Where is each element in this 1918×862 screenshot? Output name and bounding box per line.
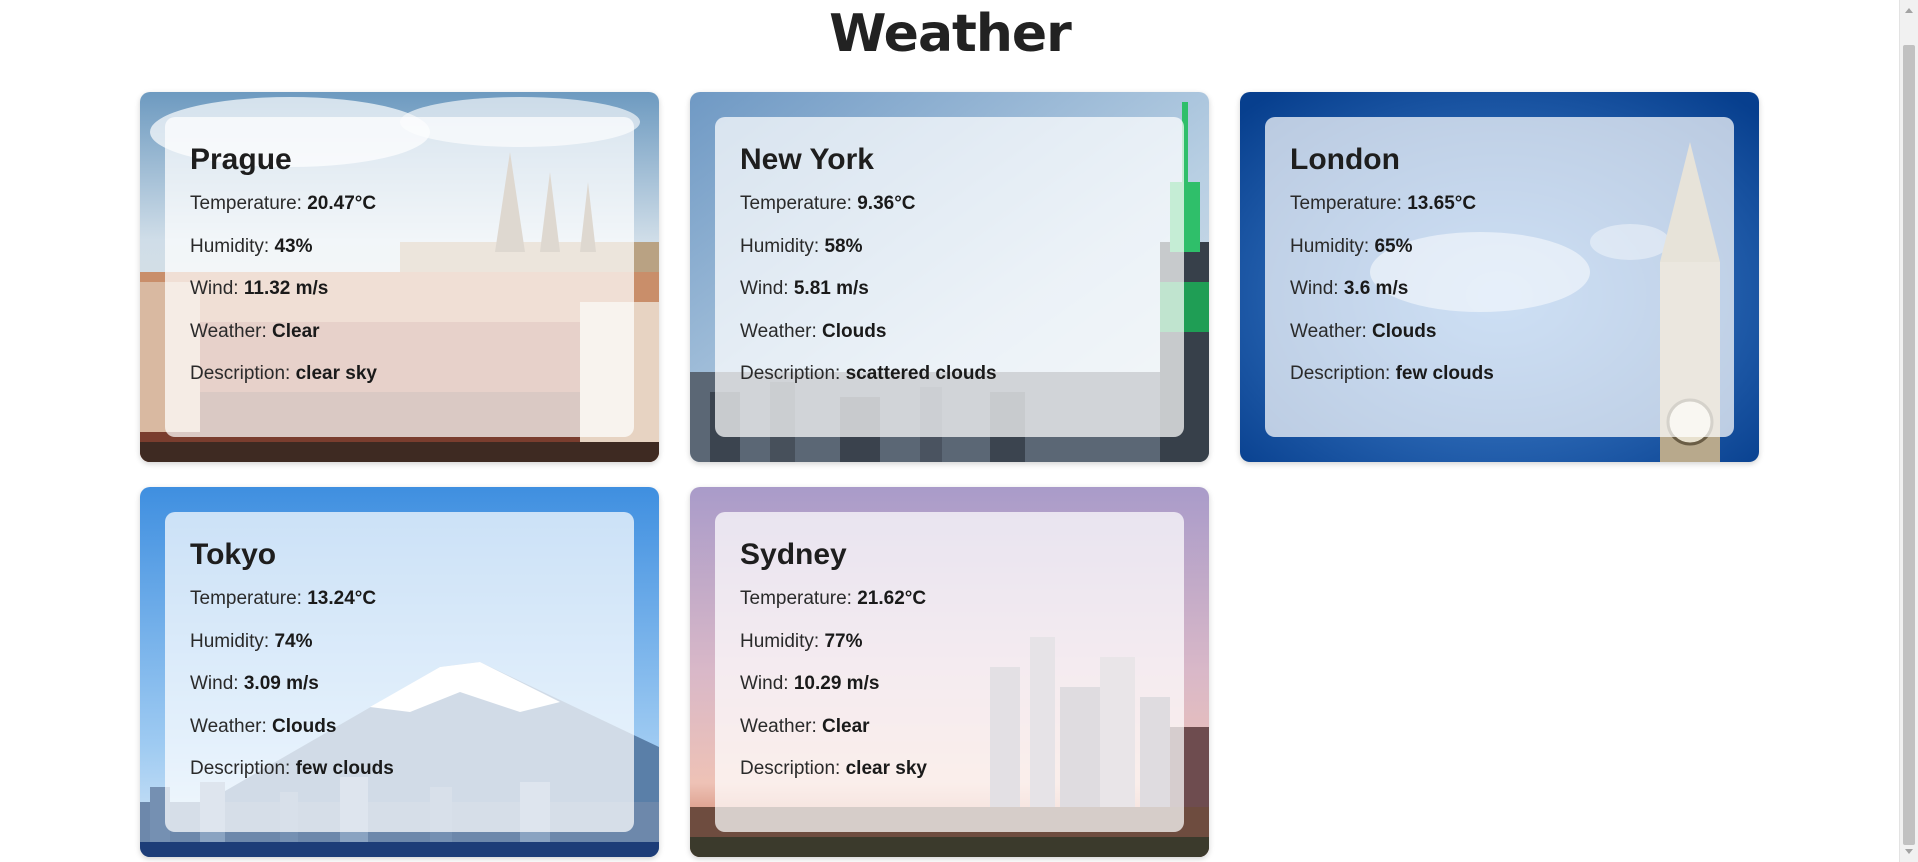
description-value: clear sky [845,758,927,779]
temperature-value: 21.62°C [857,588,927,609]
weather-row: Weather: Clear [190,320,320,342]
description-row: Description: clear sky [740,758,927,779]
humidity-value: 74% [274,630,313,652]
wind-value: 3.6 m/s [1343,278,1409,299]
humidity-row: Humidity: 58% [740,235,863,257]
description-value: clear sky [295,363,377,384]
weather-info-panel: Sydney Temperature: 21.62°C Humidity: 77… [715,512,1184,832]
weather-info-panel: New York Temperature: 9.36°C Humidity: 5… [715,117,1184,437]
weather-row: Weather: Clouds [190,715,337,737]
temperature-value: 20.47°C [307,193,377,214]
city-card-sydney: Sydney Temperature: 21.62°C Humidity: 77… [690,487,1209,857]
page-title: Weather [829,4,1072,64]
weather-row: Weather: Clear [740,715,870,737]
weather-value: Clear [822,715,870,737]
temperature-row: Temperature: 13.24°C [190,588,377,609]
temperature-value: 9.36°C [857,193,916,214]
description-row: Description: few clouds [1290,363,1494,384]
weather-value: Clouds [822,320,887,342]
vertical-scrollbar[interactable] [1899,0,1918,862]
city-name: Prague [190,143,292,176]
humidity-row: Humidity: 43% [190,235,313,257]
temperature-value: 13.24°C [307,588,377,609]
humidity-row: Humidity: 77% [740,630,863,652]
weather-info-panel: Tokyo Temperature: 13.24°C Humidity: 74%… [165,512,634,832]
wind-value: 11.32 m/s [243,278,329,299]
wind-value: 10.29 m/s [793,673,880,694]
weather-row: Weather: Clouds [1290,320,1437,342]
wind-row: Wind: 11.32 m/s [190,278,329,299]
weather-info-panel: Prague Temperature: 20.47°C Humidity: 43… [165,117,634,437]
weather-page: Weather Prague Temperature: 20.47°C Humi… [0,0,1900,862]
temperature-row: Temperature: 21.62°C [740,588,927,609]
weather-row: Weather: Clouds [740,320,887,342]
city-card-london: London Temperature: 13.65°C Humidity: 65… [1240,92,1759,462]
description-value: few clouds [1395,363,1494,384]
scrollbar-thumb[interactable] [1903,45,1915,845]
description-row: Description: few clouds [190,758,394,779]
temperature-value: 13.65°C [1407,193,1477,214]
scroll-up-arrow-icon[interactable] [1905,8,1913,13]
weather-value: Clouds [272,715,337,737]
temperature-row: Temperature: 13.65°C [1290,193,1477,214]
city-card-grid: Prague Temperature: 20.47°C Humidity: 43… [140,92,1760,857]
description-row: Description: scattered clouds [740,363,997,384]
city-name: London [1290,143,1400,176]
temperature-row: Temperature: 20.47°C [190,193,377,214]
description-row: Description: clear sky [190,363,377,384]
humidity-row: Humidity: 65% [1290,235,1413,257]
humidity-row: Humidity: 74% [190,630,313,652]
city-name: Sydney [740,538,847,571]
city-card-prague: Prague Temperature: 20.47°C Humidity: 43… [140,92,659,462]
weather-value: Clear [272,320,320,342]
humidity-value: 77% [824,630,863,652]
temperature-row: Temperature: 9.36°C [740,193,916,214]
wind-row: Wind: 3.6 m/s [1290,278,1409,299]
city-card-tokyo: Tokyo Temperature: 13.24°C Humidity: 74%… [140,487,659,857]
scroll-down-arrow-icon[interactable] [1905,849,1913,854]
wind-row: Wind: 10.29 m/s [740,673,880,694]
humidity-value: 58% [824,235,863,257]
wind-row: Wind: 3.09 m/s [190,673,319,694]
humidity-value: 43% [274,235,313,257]
city-name: New York [740,143,874,176]
description-value: scattered clouds [845,363,997,384]
description-value: few clouds [295,758,394,779]
wind-row: Wind: 5.81 m/s [740,278,869,299]
wind-value: 5.81 m/s [793,278,869,299]
wind-value: 3.09 m/s [243,673,319,694]
city-card-new-york: New York Temperature: 9.36°C Humidity: 5… [690,92,1209,462]
weather-value: Clouds [1372,320,1437,342]
humidity-value: 65% [1374,235,1413,257]
weather-info-panel: London Temperature: 13.65°C Humidity: 65… [1265,117,1734,437]
city-name: Tokyo [190,538,277,571]
